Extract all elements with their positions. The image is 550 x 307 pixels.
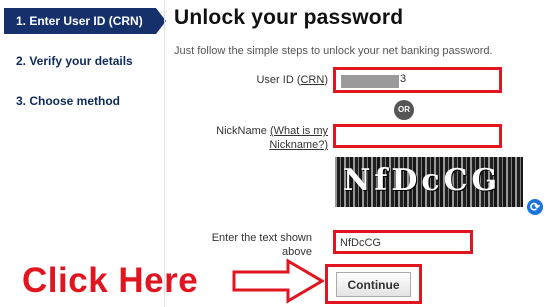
or-badge: OR [394,100,414,120]
captcha-input-label: Enter the text shown above [211,232,312,258]
userid-label-prefix: User ID ( [256,74,301,86]
right-arrow-icon [232,258,324,304]
userid-value-tail: 3 [400,73,407,85]
step-enter-user-id[interactable]: 1. Enter User ID (CRN) [4,8,166,34]
userid-label: User ID (CRN) [250,73,328,87]
captcha-field[interactable] [333,230,473,254]
page-subtitle: Just follow the simple steps to unlock y… [174,45,493,57]
crn-link[interactable]: CRN [300,74,324,86]
what-is-nickname-link[interactable]: (What is my Nickname?) [269,125,328,151]
nickname-label: NickName (What is my Nickname?) [190,124,328,152]
nickname-field[interactable] [333,124,502,148]
nickname-input[interactable] [336,128,499,146]
userid-masked-value [341,75,399,88]
step-choose-method[interactable]: 3. Choose method [4,88,164,114]
step-verify-details[interactable]: 2. Verify your details [4,48,164,74]
userid-label-suffix: ) [324,74,328,86]
page-title: Unlock your password [174,6,404,29]
continue-highlight: Continue [325,264,422,304]
steps-sidebar: 1. Enter User ID (CRN) 2. Verify your de… [4,8,166,128]
continue-button[interactable]: Continue [336,272,411,297]
refresh-icon[interactable]: ⟳ [527,199,543,215]
captcha-text: NfDcCG [343,163,502,198]
userid-field[interactable] [333,67,502,93]
nickname-label-prefix: NickName [216,125,270,137]
click-here-annotation: Click Here [22,261,199,300]
captcha-image: NfDcCG [335,157,523,207]
captcha-input[interactable] [336,234,470,252]
